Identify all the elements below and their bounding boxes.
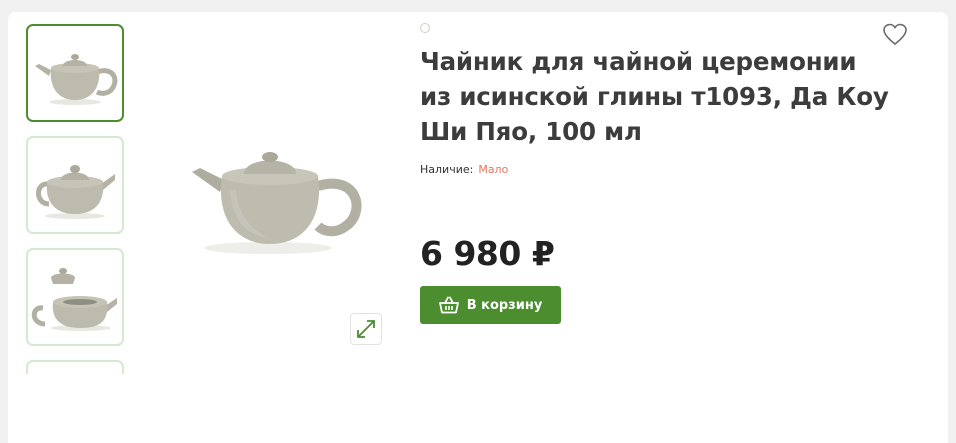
image-indicator-dot: [420, 23, 430, 33]
cart-button-label: В корзину: [466, 297, 543, 313]
thumbnail-1[interactable]: [26, 24, 124, 122]
expand-arrows-icon: [357, 320, 375, 338]
thumbnail-2[interactable]: [26, 136, 124, 234]
teapot-image: [36, 165, 115, 219]
zoom-button[interactable]: [350, 313, 382, 345]
thumbnail-4[interactable]: [26, 360, 124, 374]
product-title: Чайник для чайной церемонии из исинской …: [420, 47, 889, 146]
availability-value: Мало: [478, 163, 509, 176]
add-to-cart-button[interactable]: В корзину: [420, 286, 561, 324]
teapot-image: [31, 268, 117, 331]
product-price: 6 980 ₽: [420, 234, 555, 273]
thumbnail-3[interactable]: [26, 248, 124, 346]
availability: Наличие: Мало: [420, 163, 508, 176]
teapot-image: [35, 54, 118, 105]
thumbnail-gallery[interactable]: [26, 24, 126, 374]
availability-label: Наличие:: [420, 163, 474, 176]
basket-icon: [438, 296, 459, 314]
product-main-image[interactable]: [180, 120, 370, 260]
